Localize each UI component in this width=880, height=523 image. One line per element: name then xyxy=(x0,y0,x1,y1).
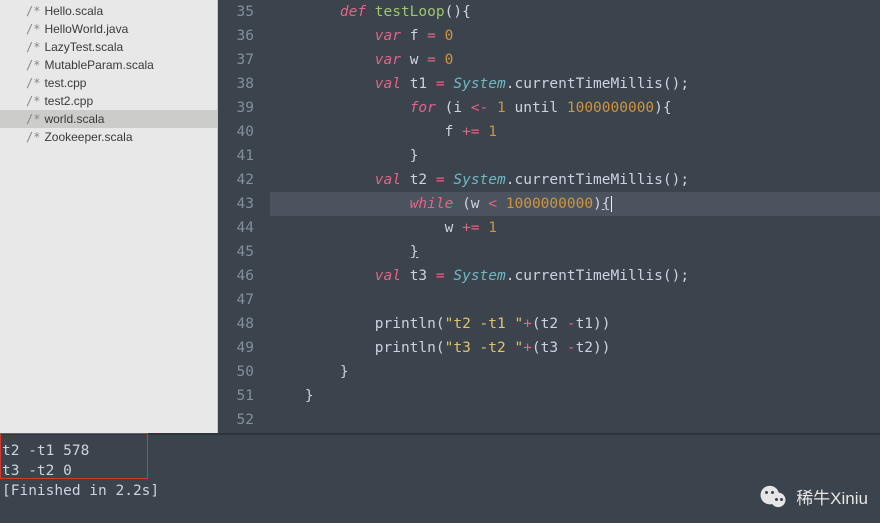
file-item-mutableparam-scala[interactable]: /* MutableParam.scala xyxy=(0,56,217,74)
file-item-test-cpp[interactable]: /* test.cpp xyxy=(0,74,217,92)
line-number: 41 xyxy=(218,144,254,168)
file-name: test.cpp xyxy=(44,76,86,90)
code-line-51[interactable]: } xyxy=(270,384,880,408)
code-line-39[interactable]: for (i <- 1 until 1000000000){ xyxy=(270,96,880,120)
code-line-48[interactable]: println("t2 -t1 "+(t2 -t1)) xyxy=(270,312,880,336)
line-number: 51 xyxy=(218,384,254,408)
line-number: 47 xyxy=(218,288,254,312)
code-line-50[interactable]: } xyxy=(270,360,880,384)
line-number: 48 xyxy=(218,312,254,336)
file-modified-icon: /* xyxy=(26,76,40,90)
code-line-42[interactable]: val t2 = System.currentTimeMillis(); xyxy=(270,168,880,192)
line-number: 52 xyxy=(218,408,254,432)
code-line-49[interactable]: println("t3 -t2 "+(t3 -t2)) xyxy=(270,336,880,360)
code-line-52[interactable] xyxy=(270,408,880,432)
file-item-hello-scala[interactable]: /* Hello.scala xyxy=(0,2,217,20)
line-number: 50 xyxy=(218,360,254,384)
file-item-zookeeper-scala[interactable]: /* Zookeeper.scala xyxy=(0,128,217,146)
console-line: t3 -t2 0 xyxy=(2,461,880,481)
file-modified-icon: /* xyxy=(26,22,40,36)
line-number: 49 xyxy=(218,336,254,360)
watermark-text: 稀牛Xiniu xyxy=(796,484,868,509)
file-item-lazytest-scala[interactable]: /* LazyTest.scala xyxy=(0,38,217,56)
file-modified-icon: /* xyxy=(26,58,40,72)
line-number: 46 xyxy=(218,264,254,288)
sidebar: /* Hello.scala /* HelloWorld.java /* LazyTest… xyxy=(0,0,218,433)
file-item-world-scala[interactable]: /* world.scala xyxy=(0,110,217,128)
line-number: 44 xyxy=(218,216,254,240)
code-area[interactable]: def testLoop(){ var f = 0 var w = 0 val … xyxy=(264,0,880,433)
console-line: t2 -t1 578 xyxy=(2,441,880,461)
file-modified-icon: /* xyxy=(26,112,40,126)
file-name: Hello.scala xyxy=(44,4,103,18)
file-item-test2-cpp[interactable]: /* test2.cpp xyxy=(0,92,217,110)
build-output-panel[interactable]: t2 -t1 578t3 -t2 0[Finished in 2.2s] xyxy=(0,433,880,523)
line-number: 43 xyxy=(218,192,254,216)
line-number: 37 xyxy=(218,48,254,72)
file-name: MutableParam.scala xyxy=(44,58,153,72)
file-modified-icon: /* xyxy=(26,4,40,18)
file-name: Zookeeper.scala xyxy=(44,130,132,144)
file-name: LazyTest.scala xyxy=(44,40,123,54)
code-line-35[interactable]: def testLoop(){ xyxy=(270,0,880,24)
file-item-helloworld-java[interactable]: /* HelloWorld.java xyxy=(0,20,217,38)
code-line-43[interactable]: while (w < 1000000000){ xyxy=(270,192,880,216)
line-number: 45 xyxy=(218,240,254,264)
file-modified-icon: /* xyxy=(26,94,40,108)
code-line-40[interactable]: f += 1 xyxy=(270,120,880,144)
line-number: 42 xyxy=(218,168,254,192)
code-line-41[interactable]: } xyxy=(270,144,880,168)
file-name: test2.cpp xyxy=(44,94,93,108)
line-gutter: 353637383940414243444546474849505152 xyxy=(218,0,264,433)
line-number: 39 xyxy=(218,96,254,120)
line-number: 36 xyxy=(218,24,254,48)
file-modified-icon: /* xyxy=(26,130,40,144)
code-line-45[interactable]: } xyxy=(270,240,880,264)
code-line-38[interactable]: val t1 = System.currentTimeMillis(); xyxy=(270,72,880,96)
console-line: [Finished in 2.2s] xyxy=(2,481,880,501)
watermark: 稀牛Xiniu xyxy=(760,484,868,509)
code-line-44[interactable]: w += 1 xyxy=(270,216,880,240)
file-modified-icon: /* xyxy=(26,40,40,54)
code-line-47[interactable] xyxy=(270,288,880,312)
code-editor[interactable]: 353637383940414243444546474849505152 def… xyxy=(218,0,880,433)
line-number: 35 xyxy=(218,0,254,24)
line-number: 40 xyxy=(218,120,254,144)
file-name: HelloWorld.java xyxy=(44,22,128,36)
line-number: 38 xyxy=(218,72,254,96)
code-line-37[interactable]: var w = 0 xyxy=(270,48,880,72)
code-line-36[interactable]: var f = 0 xyxy=(270,24,880,48)
code-line-46[interactable]: val t3 = System.currentTimeMillis(); xyxy=(270,264,880,288)
wechat-icon xyxy=(760,485,788,509)
file-name: world.scala xyxy=(44,112,104,126)
